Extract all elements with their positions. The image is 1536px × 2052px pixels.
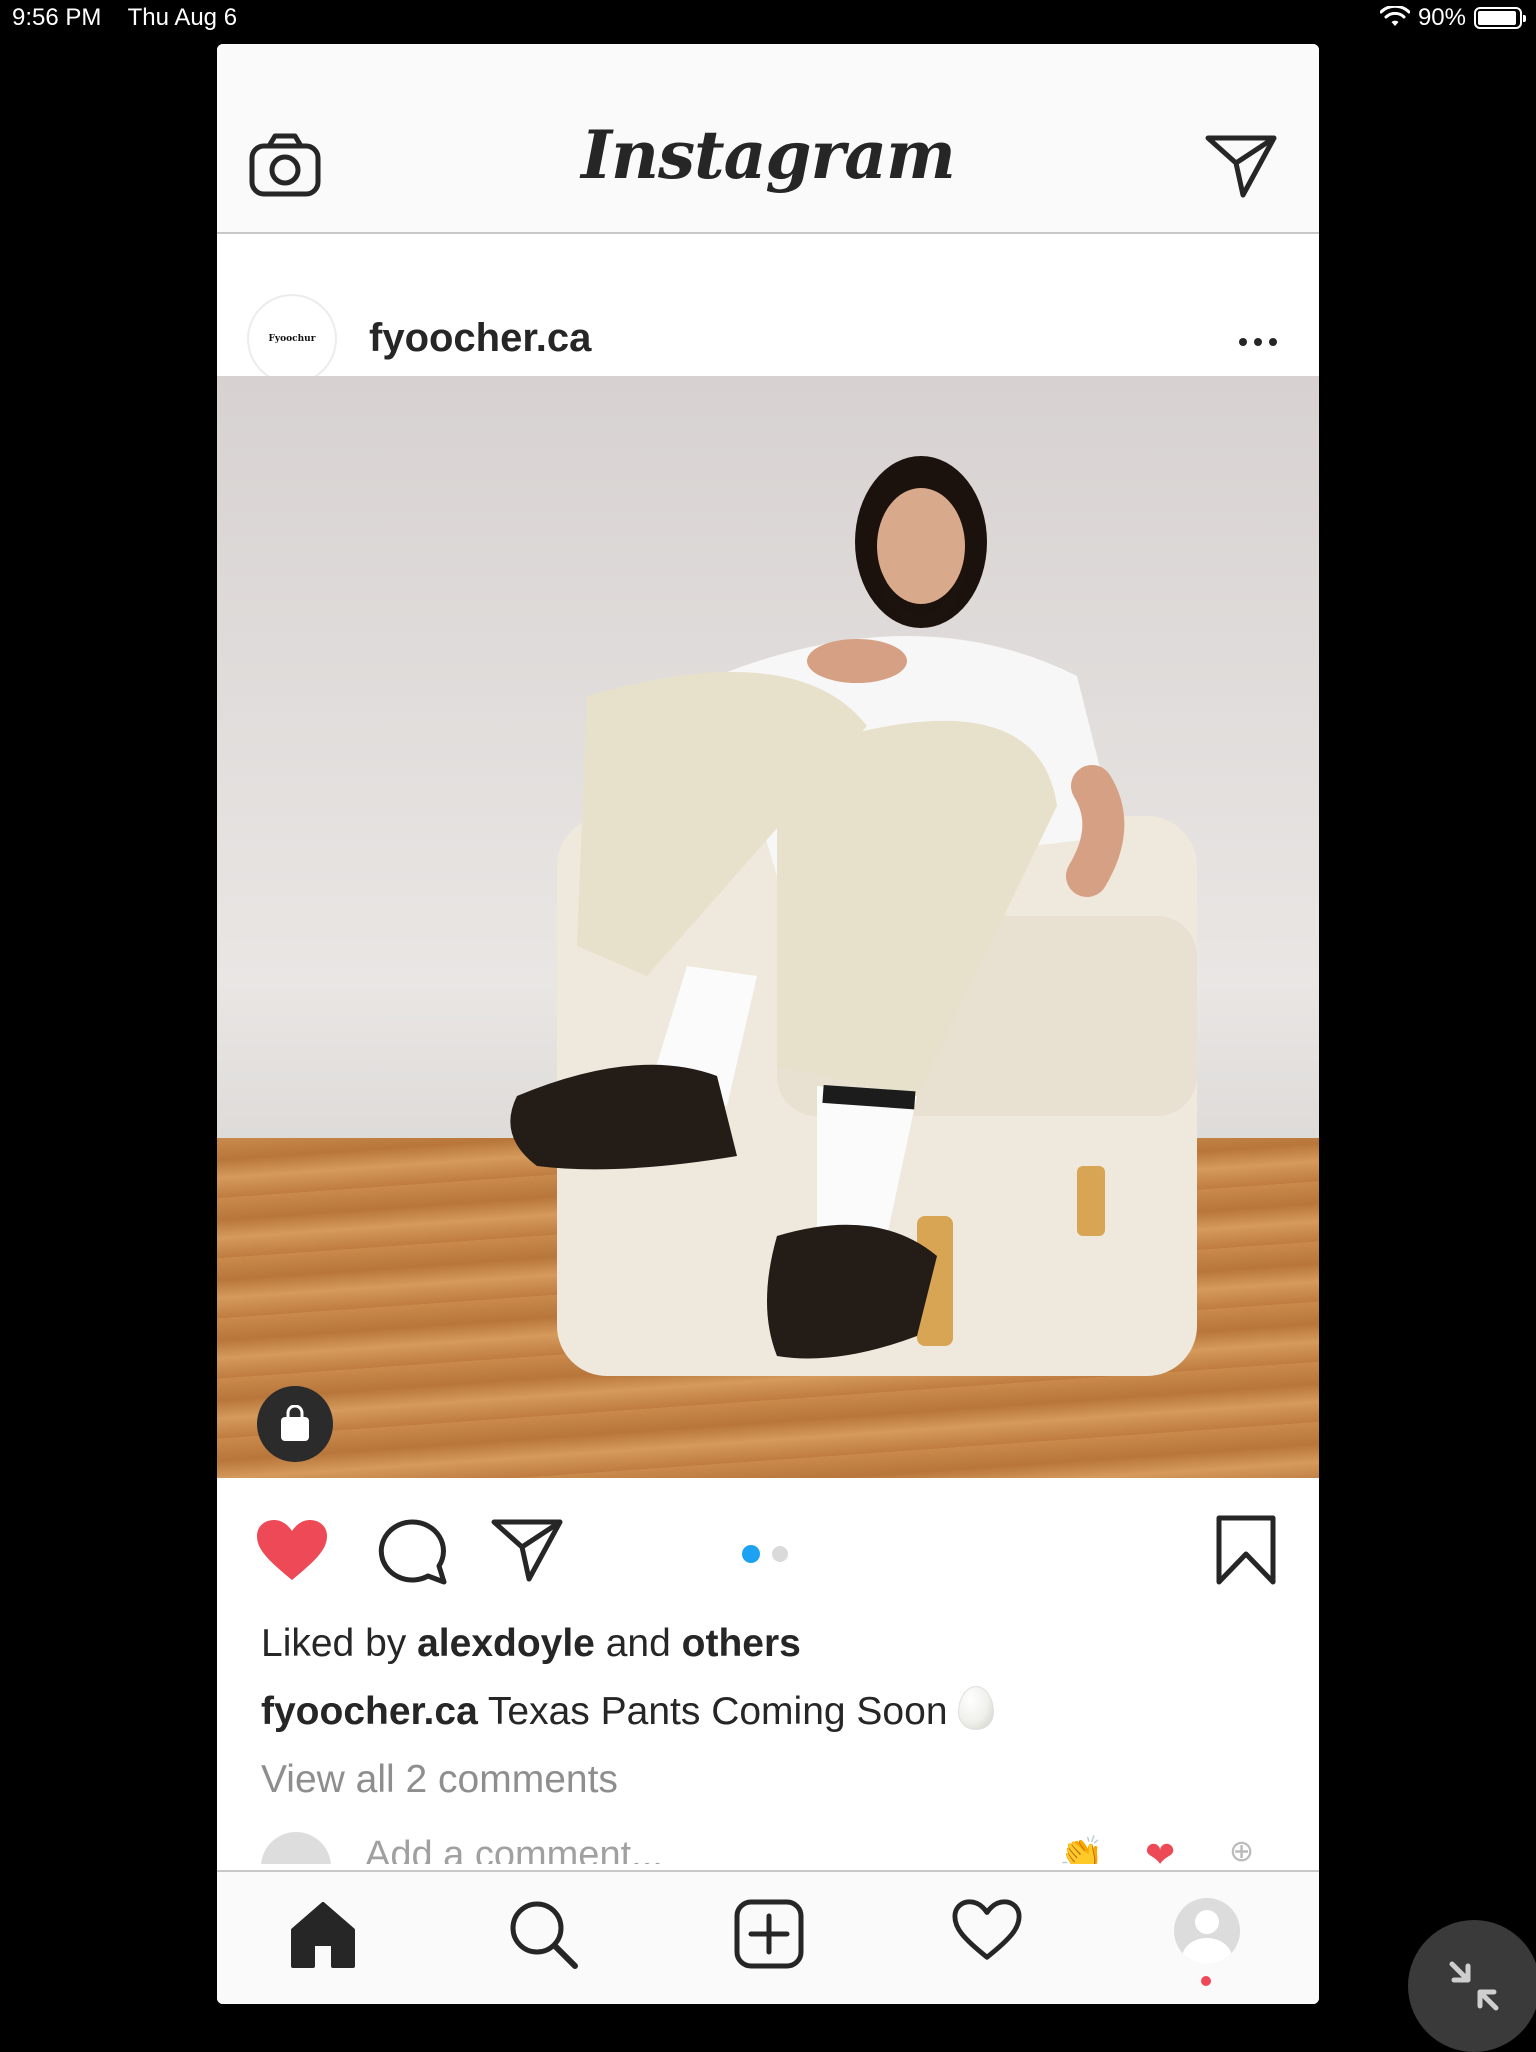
add-emoji-icon[interactable]: ⊕ — [1229, 1834, 1254, 1864]
instagram-app-window: Instagram Fyoochur fyoocher.ca Liked by … — [217, 44, 1319, 2004]
view-comments-link[interactable]: View all 2 comments — [261, 1746, 1299, 1814]
status-date: Thu Aug 6 — [127, 4, 238, 31]
top-navigation-bar: Instagram — [217, 44, 1319, 234]
post-photo[interactable] — [217, 376, 1319, 1478]
share-icon[interactable] — [491, 1518, 563, 1587]
carousel-dot — [772, 1546, 788, 1562]
battery-icon — [1474, 7, 1526, 29]
comment-icon[interactable] — [377, 1518, 447, 1593]
carousel-indicator — [742, 1545, 788, 1563]
caption-text: Texas Pants Coming Soon — [487, 1690, 948, 1733]
liked-by-others-link[interactable]: others — [682, 1622, 801, 1665]
liked-by-label: Liked by — [261, 1622, 407, 1665]
save-bookmark-icon[interactable] — [1215, 1514, 1277, 1591]
minimize-icon[interactable] — [1408, 1920, 1536, 2052]
caption-username-link[interactable]: fyoocher.ca — [261, 1690, 478, 1733]
bottom-tab-bar — [217, 1870, 1319, 2004]
activity-heart-icon[interactable] — [951, 1898, 1023, 1967]
add-comment-input[interactable]: Add a comment... — [365, 1834, 663, 1864]
more-options-icon[interactable] — [1239, 338, 1277, 346]
new-post-icon[interactable] — [733, 1898, 805, 1975]
status-bar-left: 9:56 PM Thu Aug 6 — [12, 4, 257, 32]
post-author-username[interactable]: fyoocher.ca — [369, 316, 591, 361]
caption-line: fyoocher.ca Texas Pants Coming Soon — [261, 1678, 1299, 1746]
clap-emoji-reaction[interactable]: 👏 — [1059, 1834, 1104, 1864]
current-user-avatar — [261, 1832, 331, 1864]
home-icon[interactable] — [287, 1898, 359, 1975]
likes-line: Liked by alexdoyle and others — [261, 1610, 1299, 1678]
heart-emoji-reaction[interactable]: ❤ — [1145, 1834, 1175, 1864]
status-time: 9:56 PM — [12, 4, 102, 31]
post-action-bar — [217, 1478, 1319, 1608]
liked-and-label: and — [605, 1622, 671, 1665]
avatar-logo-text: Fyoochur — [268, 334, 316, 344]
wifi-icon — [1379, 6, 1410, 26]
egg-emoji — [957, 1686, 994, 1730]
direct-message-icon[interactable] — [1205, 134, 1277, 203]
add-comment-row[interactable]: Add a comment... 👏 ❤ ⊕ — [217, 1824, 1319, 1864]
liked-by-user-link[interactable]: alexdoyle — [417, 1622, 595, 1665]
post-author-avatar[interactable]: Fyoochur — [247, 294, 337, 384]
post-details: Liked by alexdoyle and others fyoocher.c… — [261, 1610, 1299, 1814]
profile-notification-dot — [1201, 1976, 1211, 1986]
like-heart-icon[interactable] — [255, 1518, 329, 1587]
shopping-bag-icon[interactable] — [257, 1386, 333, 1462]
photo-illustration — [510, 456, 1197, 1376]
battery-percent: 90% — [1417, 4, 1466, 31]
instagram-logo: Instagram — [581, 116, 956, 194]
carousel-dot-active — [742, 1545, 760, 1563]
status-bar-right: 90% — [1379, 4, 1526, 32]
search-icon[interactable] — [507, 1898, 579, 1975]
profile-icon[interactable] — [1174, 1898, 1240, 1964]
